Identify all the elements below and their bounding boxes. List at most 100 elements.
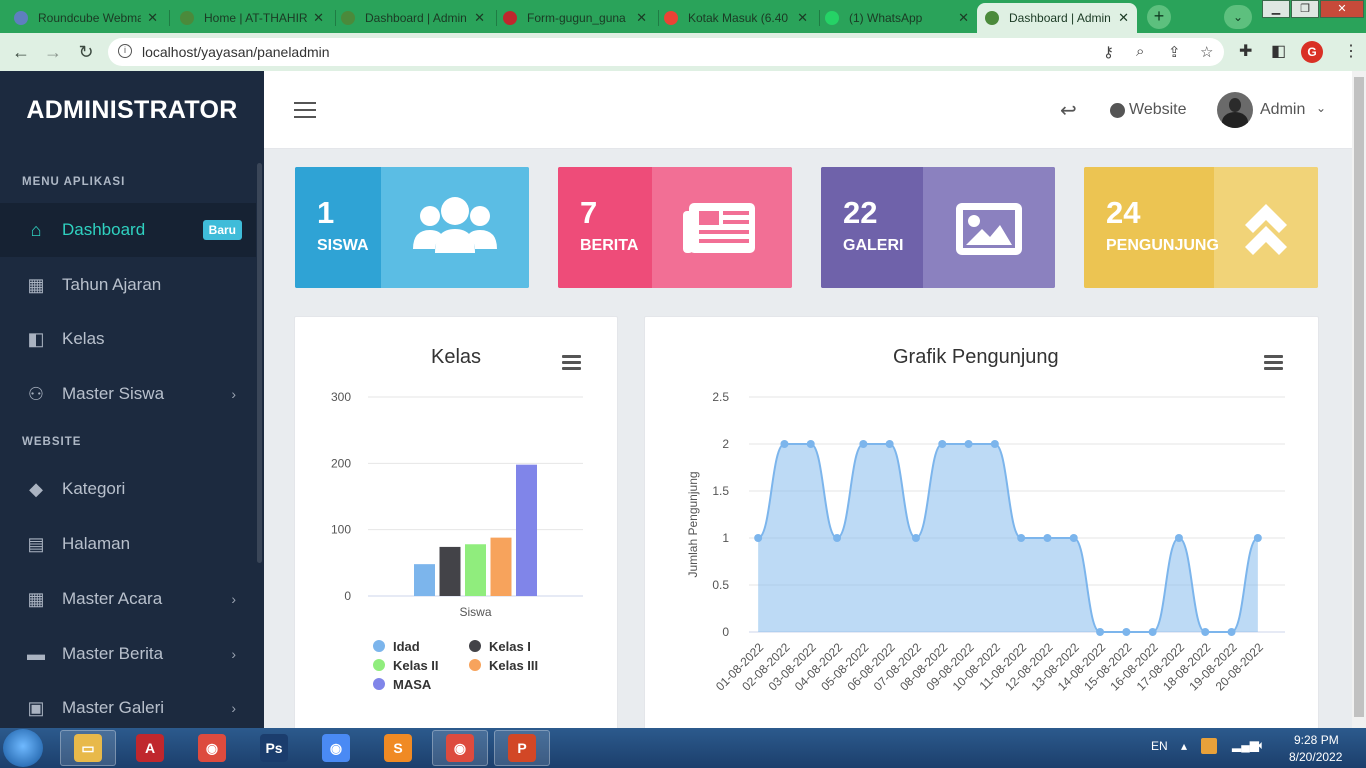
taskbar-app-button[interactable]: P xyxy=(494,730,550,766)
tab-search-button[interactable]: ⌄ xyxy=(1224,5,1252,29)
chevron-down-icon[interactable]: ⌄ xyxy=(1316,101,1326,115)
tab-close-icon[interactable]: ✕ xyxy=(797,10,808,26)
sidebar-item-master-berita[interactable]: ▬ Master Berita › xyxy=(0,627,256,681)
tab-title: Kotak Masuk (6.40 xyxy=(688,11,789,25)
browser-tab[interactable]: Form-gugun_guna ✕ xyxy=(495,3,655,33)
bookmark-star-icon[interactable]: ☆ xyxy=(1200,43,1213,61)
taskbar-app-button[interactable]: ◉ xyxy=(432,730,488,766)
stat-label: BERITA xyxy=(580,237,639,254)
taskbar-app-button[interactable]: A xyxy=(122,730,178,766)
taskbar-app-button[interactable]: ◉ xyxy=(308,730,364,766)
start-button[interactable] xyxy=(3,729,43,767)
stat-card-berita[interactable]: 7 BERITA xyxy=(558,167,792,288)
stat-card-galeri[interactable]: 22 GALERI xyxy=(821,167,1055,288)
address-bar[interactable]: i localhost/yayasan/paneladmin ⚷ ⌕ ⇪ ☆ xyxy=(108,38,1224,66)
y-tick-label: 0 xyxy=(344,589,351,603)
tab-close-icon[interactable]: ✕ xyxy=(313,10,324,26)
signal-icon[interactable]: ▂▄▆ xyxy=(1232,738,1259,752)
page-scrollbar[interactable] xyxy=(1352,71,1366,728)
users-icon: ⚇ xyxy=(27,384,45,404)
tab-close-icon[interactable]: ✕ xyxy=(147,10,158,26)
tab-close-icon[interactable]: ✕ xyxy=(958,10,969,26)
stat-value: 24 xyxy=(1106,195,1141,230)
sidebar-item-halaman[interactable]: ▤ Halaman xyxy=(0,517,256,571)
tab-favicon-icon xyxy=(503,11,517,25)
menu-section-header: MENU APLIKASI xyxy=(22,176,126,188)
legend-marker xyxy=(373,640,385,652)
legend-label[interactable]: Kelas I xyxy=(489,639,531,654)
browser-tab[interactable]: Dashboard | Admin ✕ xyxy=(333,3,493,33)
back-button[interactable]: ← xyxy=(10,41,32,63)
sidebar-item-tahun-ajaran[interactable]: ▦ Tahun Ajaran xyxy=(0,258,256,312)
chrome-profile-icon: ◉ xyxy=(198,734,226,762)
calendar-icon: ▦ xyxy=(27,275,45,295)
sidebar: ADMINISTRATOR MENU APLIKASI WEBSITE ⌂ Das… xyxy=(0,71,264,728)
browser-tab[interactable]: Kotak Masuk (6.40 ✕ xyxy=(656,3,816,33)
extensions-icon[interactable]: ✚ xyxy=(1239,41,1252,61)
tab-favicon-icon xyxy=(14,11,28,25)
legend-label[interactable]: Kelas II xyxy=(393,658,439,673)
menu-kebab-icon[interactable]: ⋮ xyxy=(1343,41,1359,61)
user-name[interactable]: Admin xyxy=(1260,101,1305,119)
legend-marker xyxy=(373,678,385,690)
key-icon[interactable]: ⚷ xyxy=(1103,43,1114,61)
chevron-right-icon: › xyxy=(231,700,236,716)
sidebar-item-dashboard[interactable]: ⌂ Dashboard Baru xyxy=(0,203,256,257)
share-icon[interactable]: ⇪ xyxy=(1168,43,1181,61)
back-arrow-icon[interactable]: ↩ xyxy=(1060,98,1077,123)
menu-toggle-icon[interactable] xyxy=(294,102,316,118)
close-window-button[interactable]: ✕ xyxy=(1320,0,1364,18)
legend-label[interactable]: MASA xyxy=(393,677,432,692)
tab-close-icon[interactable]: ✕ xyxy=(636,10,647,26)
stat-card-siswa[interactable]: 1 SISWA xyxy=(295,167,529,288)
visitor-data-point xyxy=(859,440,868,448)
newspaper-icon: ▬ xyxy=(27,644,45,664)
tab-close-icon[interactable]: ✕ xyxy=(1118,10,1129,26)
page-viewport: ADMINISTRATOR MENU APLIKASI WEBSITE ⌂ Das… xyxy=(0,71,1352,728)
taskbar-app-button[interactable]: Ps xyxy=(246,730,302,766)
clock-date[interactable]: 8/20/2022 xyxy=(1289,750,1342,764)
legend-label[interactable]: Kelas III xyxy=(489,658,538,673)
stat-card-pengunjung[interactable]: 24 PENGUNJUNG xyxy=(1084,167,1318,288)
clock-time[interactable]: 9:28 PM xyxy=(1294,733,1339,747)
maximize-button[interactable]: ❐ xyxy=(1291,0,1319,18)
brand-title[interactable]: ADMINISTRATOR xyxy=(0,71,264,149)
sidebar-item-label: Master Acara xyxy=(62,589,163,608)
side-panel-icon[interactable]: ◧ xyxy=(1271,41,1286,61)
reload-button[interactable]: ↻ xyxy=(75,41,97,63)
browser-tab[interactable]: Roundcube Webmail ✕ xyxy=(6,3,166,33)
minimize-button[interactable]: ▁ xyxy=(1262,0,1290,18)
sidebar-item-master-galeri[interactable]: ▣ Master Galeri › xyxy=(0,681,256,728)
taskbar-app-button[interactable]: S xyxy=(370,730,426,766)
show-hidden-icons[interactable]: ▴ xyxy=(1181,739,1187,753)
browser-tab[interactable]: Dashboard | Admin ✕ xyxy=(977,3,1137,33)
taskbar-app-button[interactable]: ◉ xyxy=(184,730,240,766)
xampp-tray-icon[interactable] xyxy=(1201,738,1217,754)
zoom-icon[interactable]: ⌕ xyxy=(1136,43,1144,60)
volume-icon[interactable]: 🔈︎ xyxy=(1258,738,1265,753)
image-icon: ▣ xyxy=(27,698,45,718)
browser-tab[interactable]: Home | AT-THAHIR ✕ xyxy=(172,3,332,33)
forward-button[interactable]: → xyxy=(42,41,64,63)
chrome-icon: ◉ xyxy=(322,734,350,762)
site-info-icon[interactable]: i xyxy=(118,44,132,58)
website-link[interactable]: Website xyxy=(1110,101,1187,119)
sidebar-item-kategori[interactable]: ◆ Kategori xyxy=(0,462,256,516)
profile-avatar[interactable]: G xyxy=(1301,41,1323,63)
image-icon xyxy=(956,203,1022,255)
language-indicator[interactable]: EN xyxy=(1151,739,1168,753)
legend-label[interactable]: Idad xyxy=(393,639,420,654)
avatar[interactable] xyxy=(1217,92,1253,128)
sidebar-item-master-acara[interactable]: ▦ Master Acara › xyxy=(0,572,256,626)
sidebar-item-kelas[interactable]: ◧ Kelas xyxy=(0,312,256,366)
sidebar-scrollbar[interactable] xyxy=(257,163,262,563)
website-link-label: Website xyxy=(1129,101,1187,118)
bar-masa xyxy=(516,464,537,596)
sidebar-item-master-siswa[interactable]: ⚇ Master Siswa › xyxy=(0,367,256,421)
taskbar-app-button[interactable]: ▭ xyxy=(60,730,116,766)
new-tab-button[interactable]: + xyxy=(1147,5,1171,29)
sidebar-item-label: Kelas xyxy=(62,329,105,348)
sidebar-item-label: Master Galeri xyxy=(62,698,165,717)
tab-close-icon[interactable]: ✕ xyxy=(474,10,485,26)
browser-tab[interactable]: (1) WhatsApp ✕ xyxy=(817,3,977,33)
